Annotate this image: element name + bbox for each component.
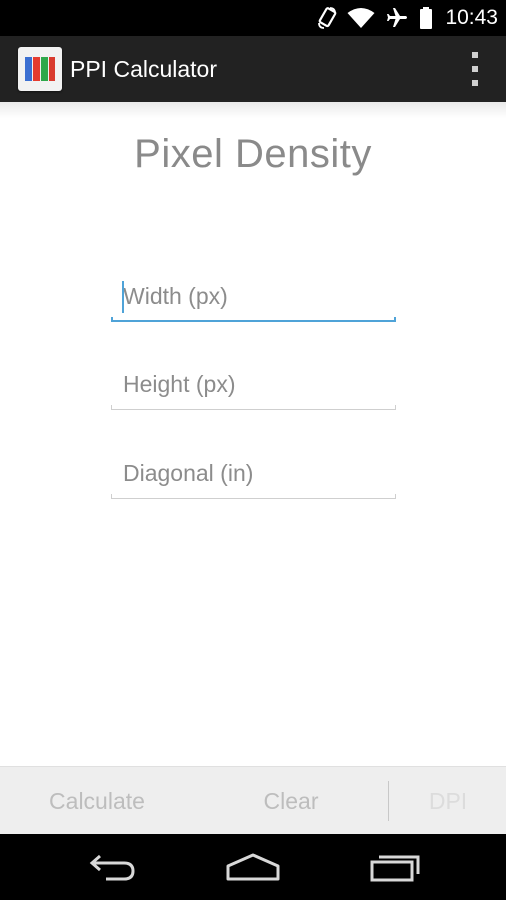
width-field[interactable] xyxy=(111,276,396,322)
width-underline-tick xyxy=(394,317,396,322)
page-title: Pixel Density xyxy=(134,132,372,176)
app-title: PPI Calculator xyxy=(70,56,218,82)
action-bar: PPI Calculator xyxy=(0,36,506,102)
width-underline-tick xyxy=(111,317,113,322)
navigation-bar xyxy=(0,834,506,900)
clear-button[interactable]: Clear xyxy=(194,767,388,835)
rotate-icon xyxy=(317,6,337,30)
text-cursor xyxy=(122,281,124,313)
status-icons: 10:43 xyxy=(317,0,498,36)
diagonal-underline-tick xyxy=(111,494,112,499)
height-underline-tick xyxy=(395,405,396,410)
height-input[interactable] xyxy=(111,364,396,404)
height-field[interactable] xyxy=(111,364,396,410)
action-bar-shadow xyxy=(0,102,506,118)
diagonal-field[interactable] xyxy=(111,453,396,499)
height-underline-tick xyxy=(111,405,112,410)
wifi-icon xyxy=(347,7,375,29)
height-underline xyxy=(111,409,396,410)
button-bar: Calculate Clear DPI xyxy=(0,766,506,834)
overflow-dot xyxy=(472,80,478,86)
diagonal-input[interactable] xyxy=(111,453,396,493)
diagonal-underline xyxy=(111,498,396,499)
battery-icon xyxy=(419,6,433,30)
button-bar-divider xyxy=(388,781,389,821)
overflow-dot xyxy=(472,66,478,72)
calculate-button[interactable]: Calculate xyxy=(0,767,194,835)
home-icon[interactable] xyxy=(203,834,303,900)
width-input[interactable] xyxy=(111,276,396,316)
app-screen: 10:43 PPI Calculator Pixel Density Width… xyxy=(0,0,506,900)
airplane-mode-icon xyxy=(385,6,409,30)
status-bar: 10:43 xyxy=(0,0,506,36)
ppi-calculator-app-icon[interactable] xyxy=(18,47,62,91)
overflow-dot xyxy=(472,52,478,58)
width-underline xyxy=(111,320,396,322)
status-clock: 10:43 xyxy=(445,6,498,29)
back-icon[interactable] xyxy=(63,834,163,900)
dpi-button[interactable]: DPI xyxy=(390,767,506,835)
overflow-menu-icon[interactable] xyxy=(470,52,480,86)
recent-apps-icon[interactable] xyxy=(345,834,445,900)
diagonal-underline-tick xyxy=(395,494,396,499)
